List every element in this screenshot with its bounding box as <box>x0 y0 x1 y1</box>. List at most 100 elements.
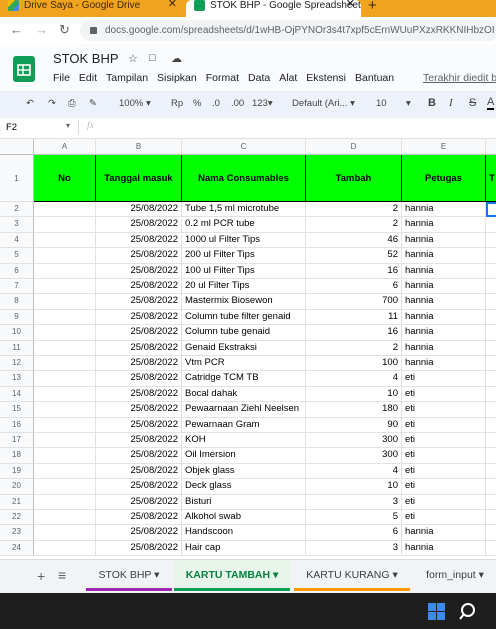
cell-f[interactable] <box>486 310 496 326</box>
cell-no[interactable] <box>34 325 96 341</box>
cell-staff[interactable]: eti <box>402 448 486 464</box>
cell-name[interactable]: Tube 1,5 ml microtube <box>182 202 306 218</box>
cell-name[interactable]: 0.2 ml PCR tube <box>182 217 306 233</box>
cell-f[interactable] <box>486 510 496 526</box>
cell-no[interactable] <box>34 202 96 218</box>
cell-name[interactable]: Mastermix Biosewon <box>182 294 306 310</box>
cell-staff[interactable]: eti <box>402 510 486 526</box>
menu-extensions[interactable]: Ekstensi <box>306 72 346 84</box>
font-size-select[interactable]: 10 <box>376 98 387 109</box>
menu-view[interactable]: Tampilan <box>106 72 148 84</box>
cell-name[interactable]: Genaid Ekstraksi <box>182 340 306 356</box>
cell-date[interactable]: 25/08/2022 <box>96 248 182 264</box>
row-header[interactable]: 10 <box>0 325 34 341</box>
strikethrough-button[interactable]: S <box>469 97 476 109</box>
cell-qty[interactable]: 180 <box>306 402 402 418</box>
cell-qty[interactable]: 4 <box>306 463 402 480</box>
cell-no[interactable] <box>34 294 96 310</box>
cell-no[interactable] <box>34 417 96 433</box>
row-header[interactable]: 18 <box>0 448 34 464</box>
cell-qty[interactable]: 3 <box>306 494 402 510</box>
cell-qty[interactable]: 10 <box>306 386 402 403</box>
cell-date[interactable]: 25/08/2022 <box>96 217 182 233</box>
cell-name[interactable]: Column tube filter genaid <box>182 309 306 326</box>
cell-date[interactable]: 25/08/2022 <box>96 232 182 249</box>
windows-start-icon[interactable] <box>428 603 445 620</box>
row-header[interactable]: 2 <box>0 202 34 218</box>
cell-staff[interactable]: hannia <box>402 202 486 218</box>
bold-button[interactable]: B <box>428 97 436 109</box>
cell-qty[interactable]: 16 <box>306 263 402 279</box>
add-sheet-button[interactable]: + <box>37 568 45 584</box>
all-sheets-button[interactable]: ≡ <box>58 567 66 583</box>
cell-name[interactable]: Bocal dahak <box>182 386 306 403</box>
cell-qty[interactable]: 700 <box>306 294 402 310</box>
cell-qty[interactable]: 52 <box>306 248 402 264</box>
cell-name[interactable]: Column tube genaid <box>182 325 306 341</box>
percent-format-button[interactable]: % <box>193 98 201 109</box>
paint-format-icon[interactable]: ✎ <box>89 98 97 109</box>
row-header[interactable]: 16 <box>0 417 34 433</box>
cell-qty[interactable]: 3 <box>306 540 402 557</box>
cell-f[interactable] <box>486 202 496 218</box>
cell-name[interactable]: Alkohol swab <box>182 510 306 526</box>
cell-qty[interactable]: 6 <box>306 525 402 541</box>
cell-f[interactable] <box>486 279 496 295</box>
cell-f[interactable] <box>486 325 496 341</box>
cell-no[interactable] <box>34 433 96 449</box>
cell-date[interactable]: 25/08/2022 <box>96 402 182 418</box>
cell-no[interactable] <box>34 309 96 326</box>
column-header-e[interactable]: E <box>402 139 486 155</box>
cell-f[interactable] <box>486 341 496 356</box>
row-header[interactable]: 6 <box>0 263 34 279</box>
font-select[interactable]: Default (Ari... ▾ <box>292 98 355 109</box>
name-box[interactable]: F2 <box>6 122 17 133</box>
cell-no[interactable] <box>34 371 96 387</box>
column-header-f[interactable] <box>486 139 496 155</box>
cell-date[interactable]: 25/08/2022 <box>96 386 182 403</box>
close-tab-icon[interactable]: ✕ <box>346 0 355 10</box>
menu-insert[interactable]: Sisipkan <box>157 72 197 84</box>
cell-f[interactable] <box>486 248 496 264</box>
cell-f[interactable] <box>486 525 496 541</box>
cell-date[interactable]: 25/08/2022 <box>96 202 182 218</box>
cell-f[interactable] <box>486 464 496 480</box>
undo-icon[interactable]: ↶ <box>26 98 34 109</box>
cell-no[interactable] <box>34 232 96 249</box>
currency-format-button[interactable]: Rp <box>171 98 183 109</box>
menu-format[interactable]: Format <box>206 72 239 84</box>
cell-staff[interactable]: eti <box>402 433 486 449</box>
cell-staff[interactable]: hannia <box>402 340 486 356</box>
column-header-b[interactable]: B <box>96 139 182 155</box>
forward-arrow-icon[interactable]: → <box>35 22 48 37</box>
row-header[interactable]: 14 <box>0 386 34 403</box>
cell-no[interactable] <box>34 217 96 233</box>
cell-f[interactable] <box>486 433 496 449</box>
browser-tab-sheets[interactable]: STOK BHP - Google Spreadsheet ✕ <box>186 0 361 17</box>
cell-date[interactable]: 25/08/2022 <box>96 371 182 387</box>
cell-date[interactable]: 25/08/2022 <box>96 356 182 372</box>
cell-name[interactable]: Objek glass <box>182 463 306 480</box>
star-icon[interactable]: ☆ <box>128 52 138 65</box>
cell-no[interactable] <box>34 248 96 264</box>
cell-name[interactable]: 20 ul Filter Tips <box>182 279 306 295</box>
italic-button[interactable]: I <box>449 97 453 109</box>
row-header[interactable]: 9 <box>0 309 34 326</box>
cloud-status-icon[interactable]: ☁ <box>171 52 182 65</box>
cell-date[interactable]: 25/08/2022 <box>96 448 182 464</box>
close-tab-icon[interactable]: ✕ <box>168 0 177 10</box>
cell-qty[interactable]: 11 <box>306 309 402 326</box>
cell-name[interactable]: Pewarnaan Gram <box>182 417 306 433</box>
menu-help[interactable]: Bantuan <box>355 72 394 84</box>
cell-name[interactable]: Catridge TCM TB <box>182 371 306 387</box>
cell-f[interactable] <box>486 387 496 403</box>
select-all-corner[interactable] <box>0 139 34 155</box>
cell-f[interactable] <box>486 371 496 387</box>
cell-staff[interactable]: hannia <box>402 540 486 557</box>
cell-qty[interactable]: 5 <box>306 510 402 526</box>
cell-date[interactable]: 25/08/2022 <box>96 325 182 341</box>
cell-staff[interactable]: hannia <box>402 294 486 310</box>
menu-data[interactable]: Data <box>248 72 270 84</box>
cell-staff[interactable]: hannia <box>402 217 486 233</box>
cell-qty[interactable]: 2 <box>306 202 402 218</box>
